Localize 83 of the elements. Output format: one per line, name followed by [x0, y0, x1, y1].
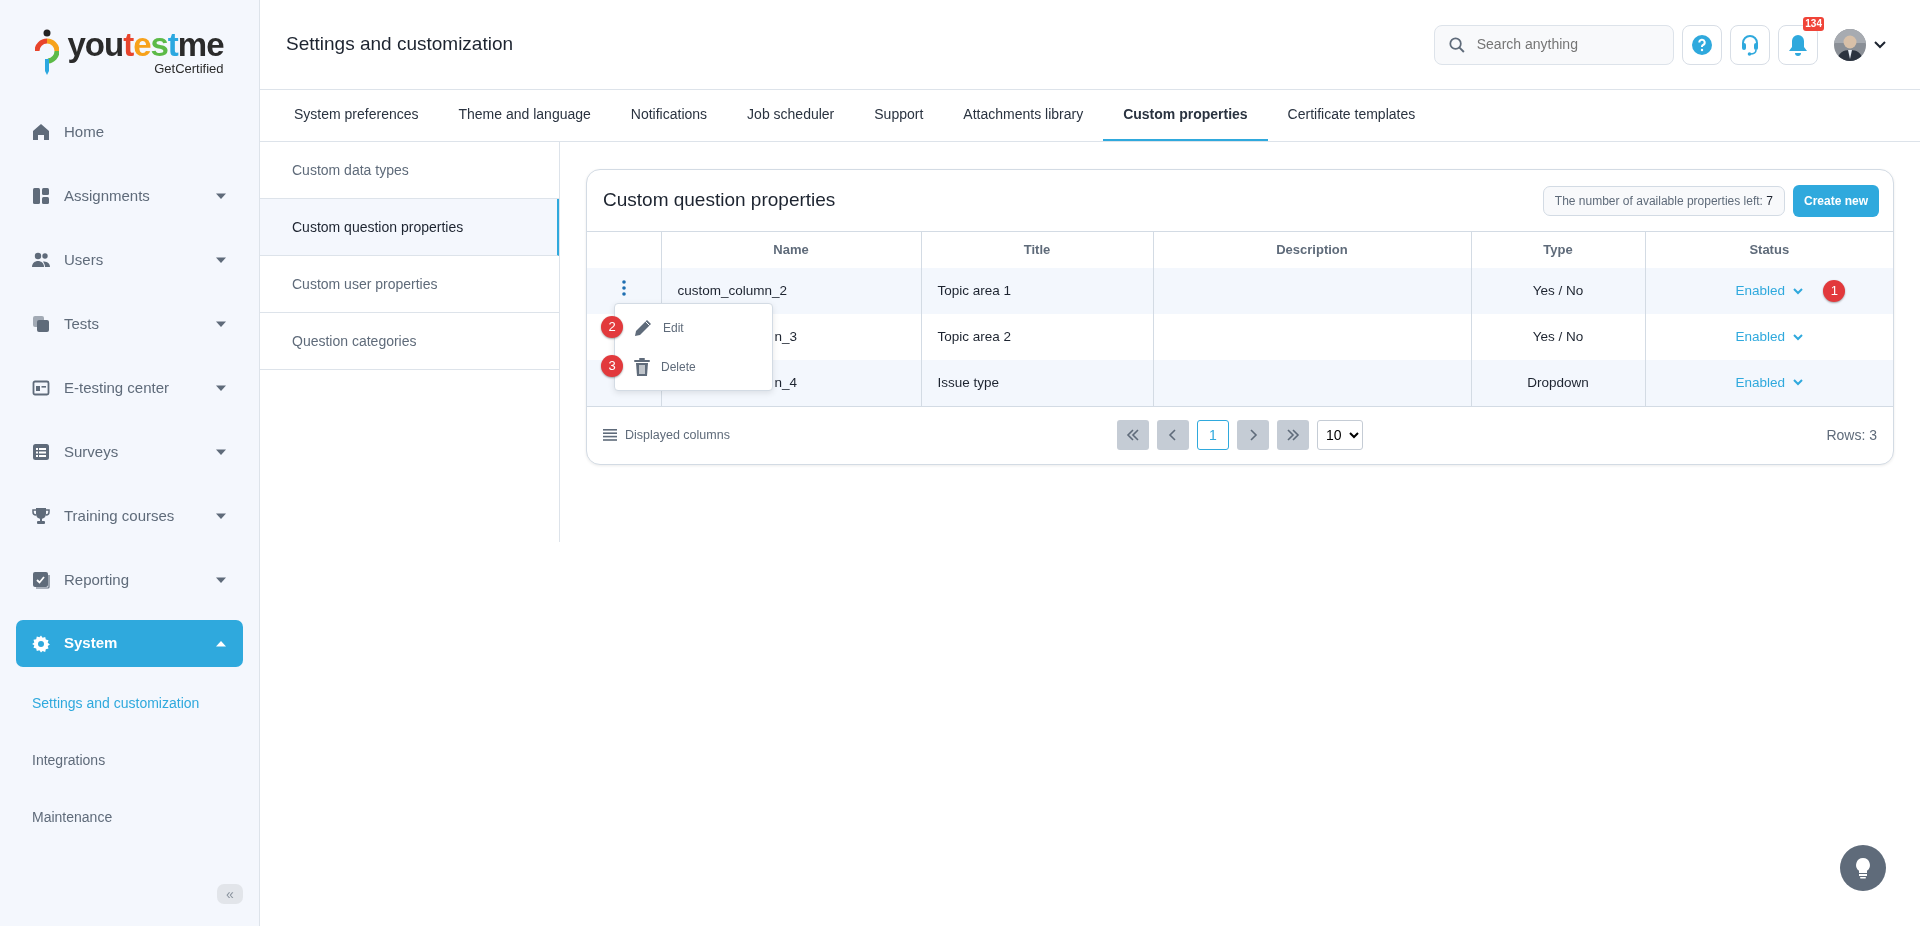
notification-badge: 134	[1803, 16, 1824, 31]
sidebar-item[interactable]: Assignments	[0, 164, 259, 228]
home-icon	[32, 123, 50, 141]
logo-wordmark: youtestme	[67, 27, 224, 61]
search-icon	[1449, 35, 1465, 54]
tab[interactable]: Custom properties	[1103, 90, 1268, 141]
trophy-icon	[32, 507, 50, 525]
checkbox-icon	[32, 571, 50, 589]
sidebar-item[interactable]: Users	[0, 228, 259, 292]
page-size-select[interactable]: 10	[1317, 420, 1363, 450]
previous-page-button[interactable]	[1157, 420, 1189, 450]
sidebar-subitem[interactable]: Maintenance	[0, 789, 259, 846]
support-button[interactable]	[1730, 24, 1770, 65]
columns-icon	[603, 429, 617, 441]
logo-icon	[35, 29, 60, 77]
table-cell: n_3	[774, 328, 798, 344]
tab[interactable]: System preferences	[274, 90, 439, 141]
pencil-icon	[633, 317, 653, 338]
sidebar-item[interactable]: E-testing center	[0, 356, 259, 420]
sidebar-item[interactable]: Home	[0, 100, 259, 164]
properties-counter: The number of available properties left: 7	[1542, 185, 1785, 216]
chevron-icon	[1874, 40, 1886, 49]
search-field[interactable]: Search anything	[1434, 24, 1674, 65]
lightbulb-icon	[1854, 857, 1872, 879]
card-icon	[32, 379, 50, 397]
next-page-button[interactable]	[1237, 420, 1269, 450]
rows-count: Rows: 3	[1826, 425, 1877, 445]
create-button[interactable]: Create new	[1792, 184, 1879, 217]
stack-icon	[32, 315, 50, 333]
tab[interactable]: Notifications	[610, 90, 728, 141]
table-cell: Issue type	[937, 374, 1000, 390]
last-page-button[interactable]	[1277, 420, 1309, 450]
tab[interactable]: Theme and language	[438, 90, 611, 141]
headset-icon	[1741, 33, 1759, 56]
step-marker: 2	[601, 316, 623, 338]
trash-icon	[633, 356, 651, 377]
table-cell: Yes / No	[1532, 328, 1584, 344]
user-menu-button[interactable]	[1834, 28, 1886, 61]
table-cell: Yes / No	[1532, 282, 1584, 298]
displayed-columns-button[interactable]: Displayed columns	[603, 425, 730, 445]
help-icon	[1692, 34, 1712, 55]
tab[interactable]: Certificate templates	[1267, 90, 1436, 141]
table-cell: Topic area 1	[937, 282, 1012, 298]
card-title: Custom question properties	[603, 188, 836, 213]
search-input[interactable]: Search anything	[1474, 33, 1659, 56]
table-cell: Dropdown	[1527, 374, 1589, 390]
sidebar-subitem[interactable]: Integrations	[0, 732, 259, 789]
subnav-item[interactable]: Custom user properties	[260, 256, 559, 313]
sidebar-item[interactable]: Surveys	[0, 420, 259, 484]
double-chevron-icon	[1286, 429, 1300, 441]
first-page-button[interactable]	[1117, 420, 1149, 450]
bell-icon	[1788, 33, 1808, 56]
status-dropdown[interactable]: Enabled	[1735, 326, 1803, 348]
dashboard-icon	[32, 187, 50, 205]
more-options-icon[interactable]	[621, 279, 626, 296]
table-cell: Topic area 2	[937, 328, 1012, 344]
subnav-item[interactable]: Custom question properties	[260, 199, 559, 256]
table-cell: n_4	[774, 374, 798, 390]
chevron-icon	[1793, 333, 1803, 341]
sidebar-item[interactable]: Training courses	[0, 484, 259, 548]
page-title: Settings and customization	[286, 32, 514, 57]
logo-tagline: GetCertified	[153, 59, 224, 78]
users-icon	[32, 251, 50, 269]
tab[interactable]: Job scheduler	[727, 90, 855, 141]
table-cell: custom_column_2	[677, 282, 788, 298]
page-button[interactable]: 1	[1197, 420, 1229, 450]
double-chevron-icon	[1126, 429, 1140, 441]
tab[interactable]: Support	[854, 90, 944, 141]
subnav-item[interactable]: Question categories	[260, 313, 559, 370]
step-marker: 3	[601, 355, 623, 377]
sidebar-item[interactable]: System	[16, 620, 243, 667]
step-marker: 1	[1823, 280, 1846, 302]
chevron-icon	[1793, 379, 1803, 387]
chevron-icon	[1793, 287, 1803, 295]
help-button[interactable]	[1840, 845, 1886, 891]
menu-item[interactable]: Edit	[624, 308, 772, 347]
settings-icon	[32, 634, 50, 653]
sidebar-item[interactable]: Tests	[0, 292, 259, 356]
help-button[interactable]	[1682, 24, 1722, 65]
menu-item[interactable]: Delete	[624, 347, 772, 386]
tab[interactable]: Attachments library	[943, 90, 1104, 141]
list-icon	[32, 443, 50, 461]
sidebar-item[interactable]: Reporting	[0, 548, 259, 612]
